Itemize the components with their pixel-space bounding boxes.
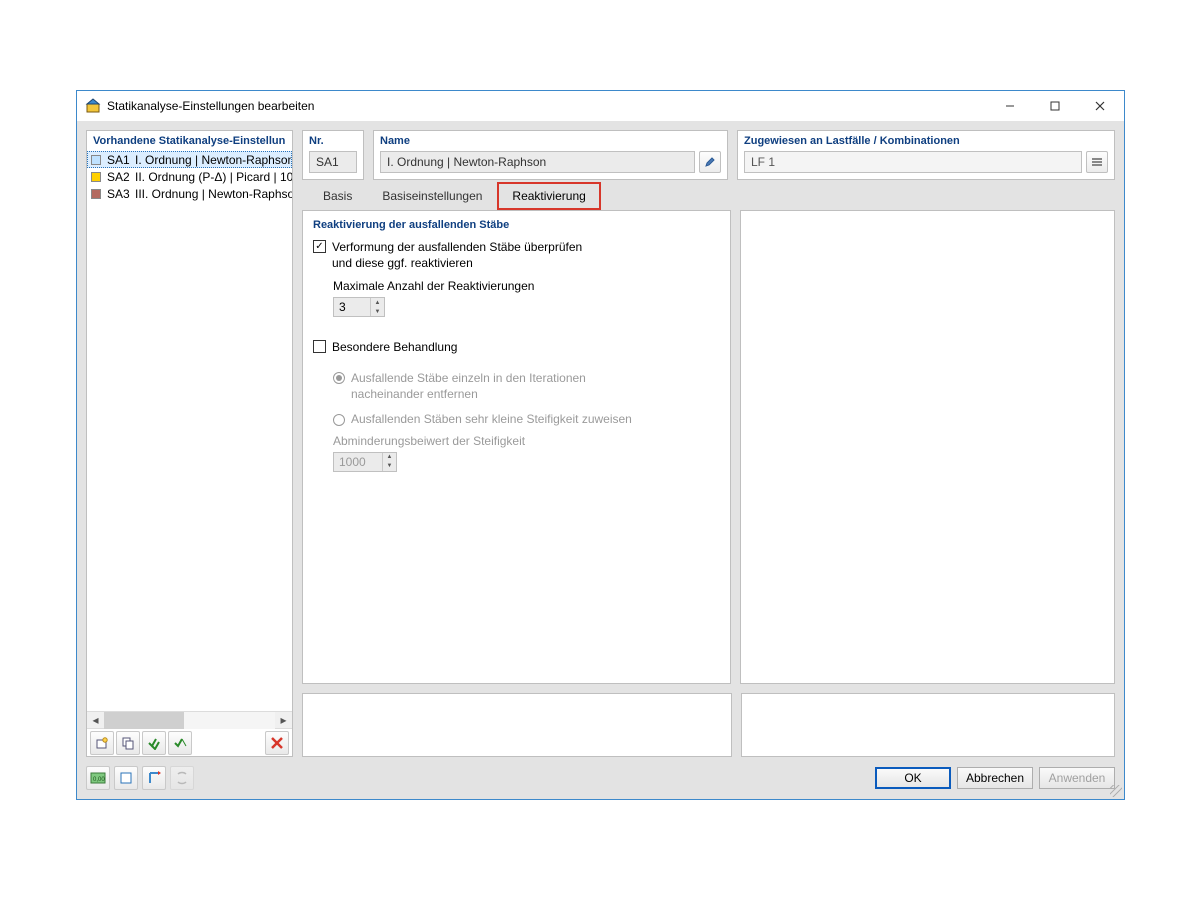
reduction-factor-label: Abminderungsbeiwert der Steifigkeit <box>333 434 720 448</box>
remove-individually-label: Ausfallende Stäbe einzeln in den Iterati… <box>351 370 586 402</box>
dialog-footer: 0,00 OK Abbrechen Anwenden <box>86 766 1115 790</box>
minimize-button[interactable] <box>987 92 1032 120</box>
name-value: I. Ordnung | Newton-Raphson <box>387 155 546 169</box>
structure-button[interactable] <box>142 766 166 790</box>
scroll-thumb[interactable] <box>104 712 184 729</box>
nr-box: Nr. SA1 <box>302 130 364 180</box>
reactivation-section-header: Reaktivierung der ausfallenden Stäbe <box>313 219 720 231</box>
color-swatch <box>91 189 101 199</box>
list-icon <box>1091 156 1103 168</box>
maximize-button[interactable] <box>1032 92 1077 120</box>
special-handling-checkbox[interactable] <box>313 340 326 353</box>
reduction-factor-value: 1000 <box>334 453 382 471</box>
scroll-track[interactable] <box>104 712 275 729</box>
scroll-right-icon[interactable]: ▸ <box>275 712 292 729</box>
check-deformation-checkbox[interactable] <box>313 240 326 253</box>
copy-item-button[interactable] <box>116 731 140 755</box>
lower-right-panel <box>741 693 1115 757</box>
svg-text:0,00: 0,00 <box>93 777 105 783</box>
reduction-factor-spinner[interactable]: 1000 ▲▼ <box>333 452 397 472</box>
script-button[interactable] <box>170 766 194 790</box>
max-reactivations-label: Maximale Anzahl der Reaktivierungen <box>333 279 720 293</box>
settings-list-panel: Vorhandene Statikanalyse-Einstellun SA1 … <box>86 130 293 757</box>
main-panel: Nr. SA1 Name I. Ordnung | Newton-Raphson <box>302 130 1115 757</box>
spinner-up-icon[interactable]: ▲ <box>371 298 384 307</box>
body-area: Vorhandene Statikanalyse-Einstellun SA1 … <box>77 121 1124 799</box>
small-stiffness-radio[interactable] <box>333 414 345 426</box>
cancel-button[interactable]: Abbrechen <box>957 767 1033 789</box>
item-code: SA2 <box>107 170 135 184</box>
name-field[interactable]: I. Ordnung | Newton-Raphson <box>380 151 695 173</box>
remove-individually-radio[interactable] <box>333 372 345 384</box>
ok-button[interactable]: OK <box>875 767 951 789</box>
color-swatch <box>91 172 101 182</box>
pencil-icon <box>704 156 716 168</box>
nr-field[interactable]: SA1 <box>309 151 357 173</box>
max-reactivations-value: 3 <box>334 298 370 316</box>
settings-list[interactable]: SA1 I. Ordnung | Newton-Raphson SA2 II. … <box>87 151 292 711</box>
close-button[interactable] <box>1077 92 1122 120</box>
lower-left-panel <box>302 693 732 757</box>
list-item[interactable]: SA2 II. Ordnung (P-Δ) | Picard | 100 <box>87 168 292 185</box>
assigned-picker-button[interactable] <box>1086 151 1108 173</box>
tab-basic-settings[interactable]: Basiseinstellungen <box>367 182 497 210</box>
delete-item-button[interactable] <box>265 731 289 755</box>
assigned-value: LF 1 <box>751 155 775 169</box>
small-stiffness-label: Ausfallenden Stäben sehr kleine Steifigk… <box>351 412 632 426</box>
window-title: Statikanalyse-Einstellungen bearbeiten <box>107 99 987 113</box>
titlebar: Statikanalyse-Einstellungen bearbeiten <box>77 91 1124 121</box>
item-name: II. Ordnung (P-Δ) | Picard | 100 <box>135 170 292 184</box>
nr-label: Nr. <box>309 135 357 147</box>
edit-name-button[interactable] <box>699 151 721 173</box>
list-toolbar <box>87 728 292 756</box>
right-preview-panel <box>740 210 1115 684</box>
units-button[interactable]: 0,00 <box>86 766 110 790</box>
app-icon <box>85 98 101 114</box>
name-label: Name <box>380 135 721 147</box>
scroll-left-icon[interactable]: ◂ <box>87 712 104 729</box>
tab-reactivation[interactable]: Reaktivierung <box>497 182 600 210</box>
tab-basis[interactable]: Basis <box>308 182 367 210</box>
check-deformation-label: Verformung der ausfallenden Stäbe überpr… <box>332 239 582 271</box>
assigned-label: Zugewiesen an Lastfälle / Kombinationen <box>744 135 1108 147</box>
tab-strip: Basis Basiseinstellungen Reaktivierung <box>302 180 1115 210</box>
new-item-button[interactable] <box>90 731 114 755</box>
max-reactivations-spinner[interactable]: 3 ▲▼ <box>333 297 385 317</box>
assigned-field[interactable]: LF 1 <box>744 151 1082 173</box>
name-box: Name I. Ordnung | Newton-Raphson <box>373 130 728 180</box>
spinner-down-icon[interactable]: ▼ <box>371 307 384 316</box>
apply-button[interactable]: Anwenden <box>1039 767 1115 789</box>
uncheck-all-button[interactable] <box>168 731 192 755</box>
assigned-box: Zugewiesen an Lastfälle / Kombinationen … <box>737 130 1115 180</box>
nr-value: SA1 <box>316 155 339 169</box>
spinner-down-icon[interactable]: ▼ <box>383 462 396 471</box>
dialog-window: Statikanalyse-Einstellungen bearbeiten V… <box>76 90 1125 800</box>
item-name: III. Ordnung | Newton-Raphso <box>135 187 292 201</box>
spinner-up-icon[interactable]: ▲ <box>383 453 396 462</box>
list-header: Vorhandene Statikanalyse-Einstellun <box>87 131 292 151</box>
color-swatch <box>91 155 101 165</box>
resize-grip[interactable] <box>1110 785 1122 797</box>
horizontal-scrollbar[interactable]: ◂ ▸ <box>87 711 292 728</box>
item-code: SA3 <box>107 187 135 201</box>
special-handling-label: Besondere Behandlung <box>332 339 457 355</box>
list-item[interactable]: SA3 III. Ordnung | Newton-Raphso <box>87 185 292 202</box>
reactivation-panel: Reaktivierung der ausfallenden Stäbe Ver… <box>302 210 731 684</box>
check-all-button[interactable] <box>142 731 166 755</box>
color-button[interactable] <box>114 766 138 790</box>
list-item[interactable]: SA1 I. Ordnung | Newton-Raphson <box>87 151 292 168</box>
item-code: SA1 <box>107 153 135 167</box>
item-name: I. Ordnung | Newton-Raphson <box>135 153 291 167</box>
